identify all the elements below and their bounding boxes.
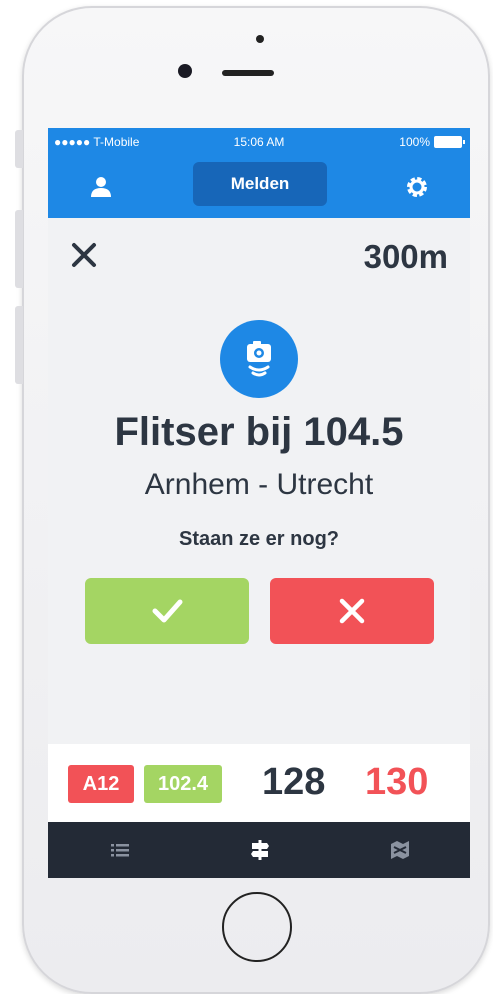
mute-switch: [15, 130, 23, 168]
speed-camera-icon: [220, 320, 298, 398]
list-icon[interactable]: [108, 838, 132, 862]
gear-icon[interactable]: [404, 174, 430, 200]
tab-bar: [48, 822, 470, 878]
road-badge: A12: [68, 765, 134, 803]
question-label: Staan ze er nog?: [178, 528, 340, 550]
volume-up-button: [15, 210, 23, 288]
status-bar: ●●●●● T-Mobile 15:06 AM 100%: [48, 128, 470, 156]
screen: ●●●●● T-Mobile 15:06 AM 100% Melden 300m: [48, 128, 470, 878]
current-speed: 128: [262, 761, 326, 803]
front-camera: [178, 64, 192, 78]
kilometer-badge: 102.4: [144, 765, 222, 803]
nav-bar: Melden: [48, 156, 470, 218]
report-button[interactable]: Melden: [193, 162, 327, 206]
user-icon[interactable]: [88, 174, 114, 200]
checkmark-icon: [152, 599, 183, 623]
home-button[interactable]: [222, 892, 292, 962]
battery-icon: [434, 136, 465, 148]
proximity-sensor: [256, 35, 264, 43]
alert-title: Flitser bij 104.5: [114, 410, 404, 454]
battery-indicator: 100%: [399, 135, 465, 149]
confirm-button[interactable]: [85, 578, 249, 644]
volume-down-button: [15, 306, 23, 384]
earpiece-speaker: [222, 70, 274, 76]
close-icon: [339, 598, 365, 624]
speed-limit: 130: [365, 761, 429, 803]
battery-percentage: 100%: [399, 135, 430, 149]
info-bar: A12 102.4 128 130: [48, 744, 470, 822]
map-icon[interactable]: [388, 838, 412, 862]
route-label: Arnhem - Utrecht: [144, 468, 374, 501]
deny-button[interactable]: [270, 578, 434, 644]
signpost-icon[interactable]: [248, 838, 272, 862]
close-icon[interactable]: [70, 241, 98, 269]
distance-label: 300m: [363, 238, 448, 275]
